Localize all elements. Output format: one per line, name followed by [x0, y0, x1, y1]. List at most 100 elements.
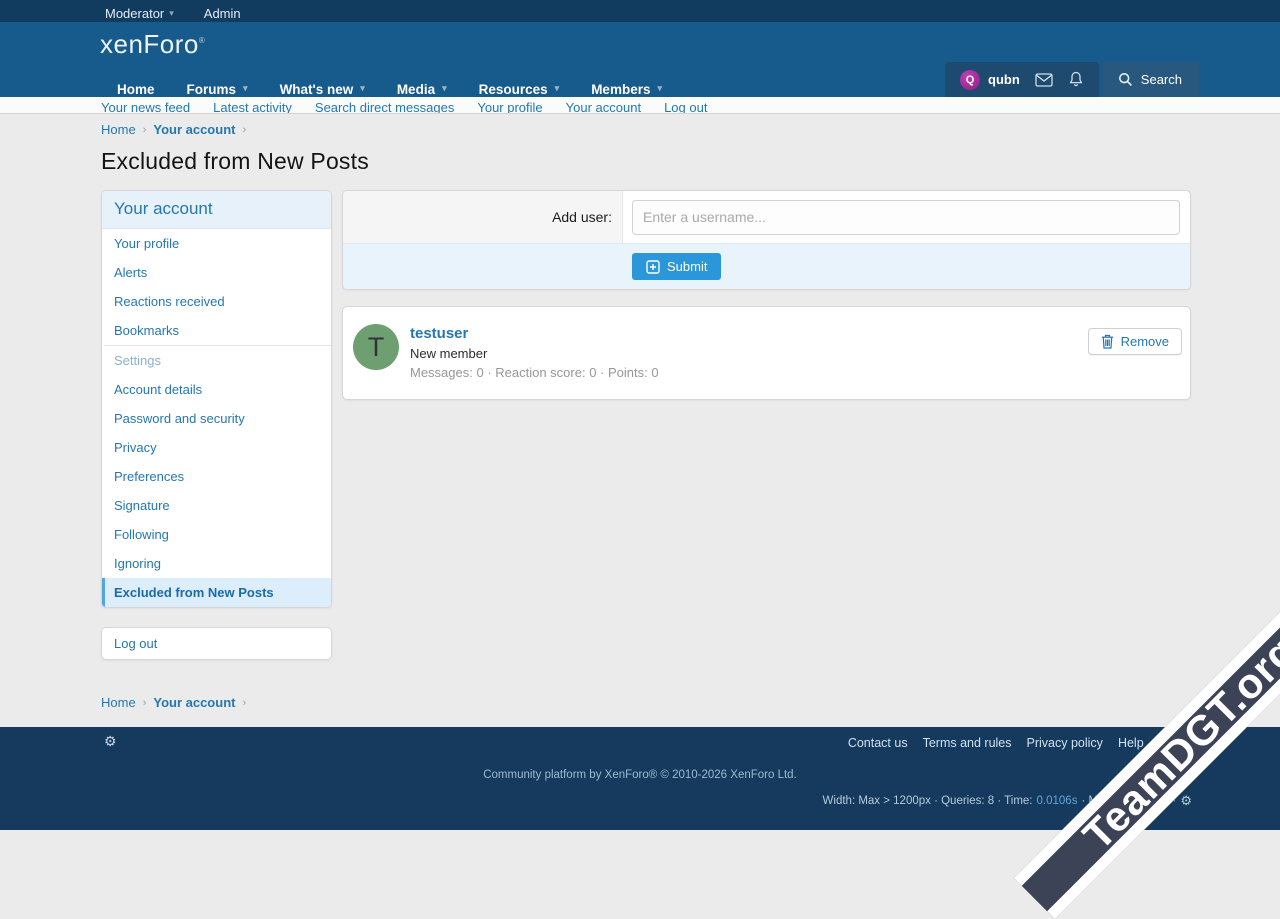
submit-button[interactable]: Submit: [632, 253, 721, 280]
footer-link-contact-us[interactable]: Contact us: [848, 736, 908, 750]
subnav-search-direct-messages[interactable]: Search direct messages: [315, 97, 454, 113]
nav-item-members[interactable]: Members ▾: [575, 80, 678, 97]
subnav-your-profile[interactable]: Your profile: [477, 97, 542, 113]
copyright-notice: Community platform by XenForo® © 2010-20…: [0, 769, 1280, 781]
username-label: qubn: [988, 72, 1020, 87]
chevron-down-icon: ▾: [657, 84, 662, 93]
username-input[interactable]: [632, 200, 1180, 235]
debug-mid: · M: [1081, 795, 1098, 807]
breadcrumb-bottom: Home › Your account ›: [101, 695, 1191, 710]
footer-link-terms-and-rules[interactable]: Terms and rules: [923, 736, 1012, 750]
main-panel: Add user: Submit: [342, 190, 1191, 400]
nav-item-forums[interactable]: Forums ▾: [171, 80, 264, 97]
account-tab: Q qubn: [945, 62, 1099, 97]
excluded-user-card: T testuser New member Messages: 0 · Reac…: [342, 306, 1191, 400]
breadcrumb-your-account[interactable]: Your account: [153, 122, 235, 137]
primary-nav: Home Forums ▾ What's new ▾ Media ▾ Resource…: [101, 80, 678, 97]
sidebar-item-password-and-security[interactable]: Password and security: [102, 404, 331, 433]
sidebar-item-signature[interactable]: Signature: [102, 491, 331, 520]
breadcrumb-your-account[interactable]: Your account: [153, 695, 235, 710]
messages-icon[interactable]: [1035, 73, 1053, 87]
subnav-log-out[interactable]: Log out: [664, 97, 707, 113]
sidebar-header-your-account: Your account: [102, 191, 331, 229]
search-icon: [1118, 72, 1133, 87]
sidebar-subheading-settings: Settings: [102, 345, 331, 375]
header-account-area: Q qubn Search: [945, 62, 1199, 97]
moderator-menu[interactable]: Moderator ▾: [105, 6, 174, 21]
logo-trademark: ®: [199, 36, 205, 45]
user-link-testuser[interactable]: testuser: [410, 325, 659, 342]
sidebar-item-excluded-from-new-posts[interactable]: Excluded from New Posts: [102, 578, 331, 607]
account-menu-block: Your account Your profile Alerts Reactio…: [101, 190, 332, 608]
site-footer: ⚙ Contact us Terms and rules Privacy pol…: [0, 727, 1280, 830]
breadcrumb-separator-icon: ›: [143, 124, 147, 136]
debug-stats: Width: Max > 1200px · Queries: 8 · Time:…: [823, 793, 1192, 809]
nav-label: Home: [117, 80, 155, 97]
breadcrumb-separator-icon: ›: [242, 124, 246, 136]
footer-link-privacy-policy[interactable]: Privacy policy: [1027, 736, 1103, 750]
page-title: Excluded from New Posts: [101, 148, 1191, 175]
sidebar-item-account-details[interactable]: Account details: [102, 375, 331, 404]
nav-label: Members: [591, 80, 650, 97]
form-submit-row: Submit: [343, 243, 1190, 289]
sidebar-item-following[interactable]: Following: [102, 520, 331, 549]
sidebar-item-alerts[interactable]: Alerts: [102, 258, 331, 287]
nav-item-whats-new[interactable]: What's new ▾: [264, 80, 381, 97]
account-sidebar: Your account Your profile Alerts Reactio…: [101, 190, 332, 660]
footer-link-help[interactable]: Help: [1118, 736, 1144, 750]
sidebar-item-your-profile[interactable]: Your profile: [102, 229, 331, 258]
remove-button[interactable]: Remove: [1088, 328, 1182, 355]
breadcrumb: Home › Your account ›: [101, 122, 1191, 137]
add-user-label: Add user:: [343, 191, 623, 243]
nav-label: Resources: [479, 80, 548, 97]
add-user-form: Add user: Submit: [342, 190, 1191, 290]
nav-item-home[interactable]: Home: [101, 80, 171, 97]
admin-toolbar: Moderator ▾ Admin: [0, 0, 1280, 22]
user-stats: Messages: 0 · Reaction score: 0 · Points…: [410, 365, 659, 380]
debug-gear-icon[interactable]: ⚙: [1180, 793, 1192, 809]
breadcrumb-home[interactable]: Home: [101, 122, 136, 137]
chevron-down-icon: ▾: [442, 84, 447, 93]
admin-link[interactable]: Admin: [204, 6, 241, 21]
chevron-down-icon: ▾: [360, 84, 365, 93]
xenforo-logo[interactable]: xenForo®: [100, 29, 205, 60]
debug-memory-link[interactable]: MB ·: [1152, 795, 1176, 807]
avatar-letter: T: [368, 332, 385, 363]
nav-label: Media: [397, 80, 435, 97]
avatar-letter: Q: [966, 74, 975, 86]
avatar[interactable]: T: [353, 324, 399, 370]
page-content: Home › Your account › Excluded from New …: [0, 122, 1280, 710]
trash-icon: [1101, 334, 1114, 349]
account-subnav: Your news feed Latest activity Search di…: [0, 97, 1280, 114]
subnav-latest-activity[interactable]: Latest activity: [213, 97, 292, 113]
nav-item-resources[interactable]: Resources▾: [463, 80, 576, 97]
remove-label: Remove: [1121, 334, 1169, 349]
breadcrumb-home[interactable]: Home: [101, 695, 136, 710]
style-chooser-gear-icon[interactable]: ⚙: [104, 733, 117, 750]
breadcrumb-separator-icon: ›: [242, 697, 246, 709]
logo-xen: xen: [100, 29, 143, 59]
admin-link-label: Admin: [204, 6, 241, 21]
nav-label: What's new: [280, 80, 354, 97]
sidebar-item-privacy[interactable]: Privacy: [102, 433, 331, 462]
footer-link-home[interactable]: Home: [1159, 736, 1192, 750]
sidebar-item-reactions-received[interactable]: Reactions received: [102, 287, 331, 316]
search-label: Search: [1141, 72, 1182, 87]
avatar: Q: [960, 70, 980, 90]
nav-label: Forums: [187, 80, 237, 97]
logo-foro: Foro: [143, 29, 198, 59]
alerts-bell-icon[interactable]: [1068, 71, 1084, 88]
sidebar-item-ignoring[interactable]: Ignoring: [102, 549, 331, 578]
logout-block: Log out: [101, 627, 332, 660]
debug-time-link[interactable]: 0.0106s: [1037, 795, 1078, 807]
search-button[interactable]: Search: [1101, 62, 1199, 97]
subnav-news-feed[interactable]: Your news feed: [101, 97, 190, 113]
subnav-your-account[interactable]: Your account: [566, 97, 641, 113]
chevron-down-icon: ▾: [243, 84, 248, 93]
user-menu[interactable]: Q qubn: [960, 70, 1020, 90]
nav-item-media[interactable]: Media ▾: [381, 80, 463, 97]
sidebar-item-bookmarks[interactable]: Bookmarks: [102, 316, 331, 345]
sidebar-item-log-out[interactable]: Log out: [102, 628, 331, 659]
site-header: xenForo® Home Forums ▾ What's new ▾ Media ▾…: [0, 22, 1280, 97]
sidebar-item-preferences[interactable]: Preferences: [102, 462, 331, 491]
